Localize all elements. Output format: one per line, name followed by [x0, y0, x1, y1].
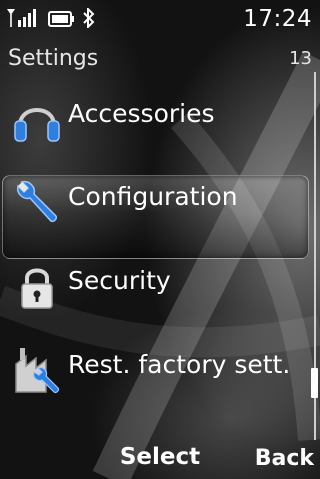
scrollbar-thumb[interactable]: [311, 368, 318, 398]
status-bar: 17:24: [0, 0, 320, 42]
menu-item-security[interactable]: Security: [0, 242, 312, 326]
softkey-bar: Select Back: [0, 436, 320, 479]
page-title: Settings: [8, 46, 99, 71]
factory-reset-icon: [15, 348, 60, 394]
menu-item-accessories[interactable]: Accessories: [0, 75, 312, 159]
clock-time: 17:24: [243, 6, 312, 32]
bluetooth-icon: [83, 8, 95, 28]
signal-icon: [7, 9, 36, 27]
wrench-icon: [16, 180, 58, 223]
menu-item-configuration[interactable]: Configuration: [0, 158, 312, 242]
menu-item-restore-factory-settings[interactable]: Rest. factory sett.: [0, 326, 312, 410]
status-icons: [6, 8, 96, 28]
back-softkey[interactable]: Back: [255, 446, 314, 471]
menu-item-label: Configuration: [68, 182, 238, 211]
item-count: 13: [289, 48, 312, 69]
menu-item-label: Rest. factory sett.: [68, 350, 291, 379]
headphones-icon: [14, 108, 60, 142]
battery-icon: [48, 11, 74, 27]
padlock-icon: [21, 268, 53, 309]
menu-item-label: Security: [68, 266, 171, 295]
menu-item-label: Accessories: [68, 99, 215, 128]
